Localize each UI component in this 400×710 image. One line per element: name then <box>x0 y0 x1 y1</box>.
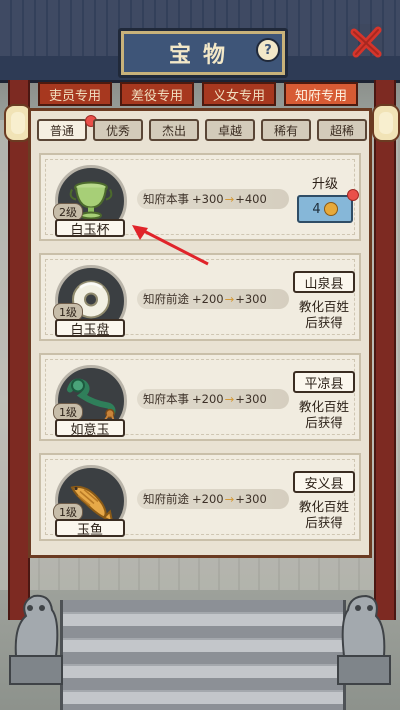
tab-outstanding[interactable]: 杰出 <box>149 119 199 141</box>
effect-current: +200 <box>192 292 224 306</box>
left-pillar <box>8 80 30 620</box>
upgrade-cost: 4 <box>312 201 321 217</box>
category-tabs: 吏员专用 差役专用 义女专用 知府专用 <box>34 82 366 108</box>
tab-rare[interactable]: 稀有 <box>261 119 311 141</box>
effect-current: +300 <box>192 192 224 206</box>
effect-bar: 知府前途 +200 → +300 <box>137 289 289 309</box>
tab-prefect[interactable]: 知府专用 <box>284 82 358 106</box>
tab-excellent[interactable]: 优秀 <box>93 119 143 141</box>
item-name: 玉鱼 <box>55 519 125 538</box>
effect-bar: 知府本事 +200 → +300 <box>137 389 289 409</box>
arrow-right-icon: → <box>224 492 235 506</box>
effect-bar: 知府前途 +200 → +300 <box>137 489 289 509</box>
rarity-tabs: 普通 优秀 杰出 卓越 稀有 超稀 <box>37 115 367 143</box>
item-name: 白玉杯 <box>55 219 125 238</box>
item-name: 白玉盘 <box>55 319 125 338</box>
effect-stat: 知府本事 <box>143 192 189 206</box>
right-lantern <box>372 104 400 142</box>
source-note: 教化百姓后获得 <box>298 299 349 330</box>
effect-stat: 知府本事 <box>143 392 189 406</box>
effect-current: +200 <box>192 492 224 506</box>
treasure-card: 1级 如意玉 知府本事 +200 → +300 平凉县 教化百姓后获得 <box>39 353 361 441</box>
stone-lion-left-icon <box>9 594 63 685</box>
effect-next: +300 <box>235 292 267 306</box>
source-note: 教化百姓后获得 <box>298 499 349 530</box>
effect-stat: 知府前途 <box>143 292 189 306</box>
source-note: 教化百姓后获得 <box>298 399 349 430</box>
arrow-right-icon: → <box>224 292 235 306</box>
arrow-right-icon: → <box>224 392 235 406</box>
treasure-panel: 普通 优秀 杰出 卓越 稀有 超稀 2级 白玉杯 知府本事 +300 → +40… <box>28 108 372 558</box>
stone-lion-right-icon <box>337 594 391 685</box>
upgrade-label: 升级 <box>311 177 338 192</box>
tab-super-rare[interactable]: 超稀 <box>317 119 367 141</box>
close-icon[interactable] <box>346 22 386 62</box>
source-location[interactable]: 山泉县 <box>293 271 355 293</box>
source-location[interactable]: 安义县 <box>293 471 355 493</box>
tab-superb[interactable]: 卓越 <box>205 119 255 141</box>
treasure-card: 1级 玉鱼 知府前途 +200 → +300 安义县 教化百姓后获得 <box>39 453 361 541</box>
stone-steps <box>60 600 346 710</box>
right-pillar <box>374 80 396 620</box>
effect-bar: 知府本事 +300 → +400 <box>137 189 289 209</box>
help-icon[interactable]: ? <box>256 38 280 62</box>
tab-runner[interactable]: 差役专用 <box>120 82 194 106</box>
page-title: 宝物 <box>168 42 237 68</box>
tab-clerk[interactable]: 吏员专用 <box>38 82 112 106</box>
item-name: 如意玉 <box>55 419 125 438</box>
source-location[interactable]: 平凉县 <box>293 371 355 393</box>
upgrade-notification-dot <box>347 189 359 201</box>
effect-next: +400 <box>235 192 267 206</box>
arrow-right-icon: → <box>224 192 235 206</box>
tab-adopted-daughter[interactable]: 义女专用 <box>202 82 276 106</box>
effect-next: +300 <box>235 392 267 406</box>
annotation-arrow-icon <box>132 225 209 266</box>
tab-common[interactable]: 普通 <box>37 119 87 141</box>
upgrade-button[interactable]: 4 <box>297 195 353 223</box>
effect-stat: 知府前途 <box>143 492 189 506</box>
effect-current: +200 <box>192 392 224 406</box>
coin-icon <box>323 202 338 216</box>
effect-next: +300 <box>235 492 267 506</box>
